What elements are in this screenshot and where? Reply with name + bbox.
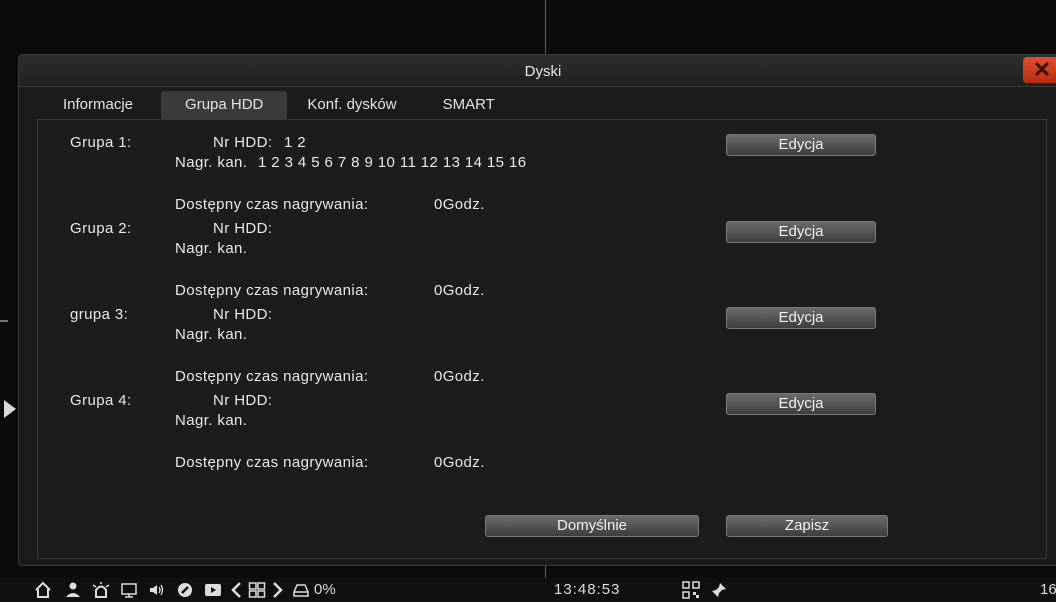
group-2-channels-label: Nagr. kan.: [175, 240, 248, 257]
alarm-icon[interactable]: [92, 581, 110, 599]
group-3-name: grupa 3:: [70, 306, 129, 323]
taskbar: 0% 13:48:53 16: [0, 578, 1056, 602]
group-4-record-time-value: 0Godz.: [434, 454, 485, 471]
group-2-record-time-value: 0Godz.: [434, 282, 485, 299]
channel-count-text: 16: [1040, 581, 1056, 598]
group-1-hdd-label: Nr HDD:: [213, 134, 273, 151]
group-4-hdd-label: Nr HDD:: [213, 392, 273, 409]
group-1-record-time-value: 0Godz.: [434, 196, 485, 213]
group-1-edit-button[interactable]: Edycja: [726, 134, 876, 156]
group-2-record-time-label: Dostępny czas nagrywania:: [175, 282, 369, 299]
pin-icon[interactable]: [710, 581, 728, 599]
group-4-edit-button[interactable]: Edycja: [726, 393, 876, 415]
tab-informacje[interactable]: Informacje: [49, 91, 147, 119]
group-4-record-time-label: Dostępny czas nagrywania:: [175, 454, 369, 471]
sidebar-expand-arrow-icon[interactable]: [4, 400, 16, 418]
playback-icon[interactable]: [204, 581, 222, 599]
layout-grid-icon[interactable]: [248, 581, 266, 599]
clock-text: 13:48:53: [554, 581, 621, 598]
close-icon[interactable]: ✕: [1023, 57, 1056, 83]
group-3-record-time-label: Dostępny czas nagrywania:: [175, 368, 369, 385]
group-1-name: Grupa 1:: [70, 134, 132, 151]
tab-konf-dyskow[interactable]: Konf. dysków: [293, 91, 410, 119]
group-3-channels-label: Nagr. kan.: [175, 326, 248, 343]
dvr-screen: Dyski ✕ Informacje Grupa HDD Konf. dyskó…: [0, 0, 1056, 602]
default-button[interactable]: Domyślnie: [485, 515, 699, 537]
disks-dialog: Dyski ✕ Informacje Grupa HDD Konf. dyskó…: [18, 54, 1056, 566]
group-3-hdd-label: Nr HDD:: [213, 306, 273, 323]
hdd-group-panel: Grupa 1: Nr HDD: 1 2 Nagr. kan. 1 2 3 4 …: [37, 119, 1047, 559]
group-3-edit-button[interactable]: Edycja: [726, 307, 876, 329]
save-button[interactable]: Zapisz: [726, 515, 888, 537]
hdd-icon[interactable]: [292, 581, 310, 599]
group-3-record-time-value: 0Godz.: [434, 368, 485, 385]
prev-icon[interactable]: [228, 581, 246, 599]
group-1-channels-value: 1 2 3 4 5 6 7 8 9 10 11 12 13 14 15 16: [258, 154, 527, 171]
ptz-icon[interactable]: [176, 581, 194, 599]
user-icon[interactable]: [64, 581, 82, 599]
group-2-hdd-label: Nr HDD:: [213, 220, 273, 237]
group-4-name: Grupa 4:: [70, 392, 132, 409]
dialog-title: Dyski: [524, 63, 562, 80]
tab-bar: Informacje Grupa HDD Konf. dysków SMART: [49, 91, 509, 119]
group-1-record-time-label: Dostępny czas nagrywania:: [175, 196, 369, 213]
group-4-channels-label: Nagr. kan.: [175, 412, 248, 429]
video-split-line: [545, 0, 546, 55]
tab-smart[interactable]: SMART: [429, 91, 509, 119]
volume-icon[interactable]: [148, 581, 166, 599]
qr-code-icon[interactable]: [682, 581, 700, 599]
group-2-name: Grupa 2:: [70, 220, 132, 237]
next-icon[interactable]: [268, 581, 286, 599]
monitor-icon[interactable]: [120, 581, 138, 599]
group-2-edit-button[interactable]: Edycja: [726, 221, 876, 243]
group-1-hdd-value: 1 2: [284, 134, 307, 151]
group-1-channels-label: Nagr. kan.: [175, 154, 248, 171]
hdd-usage-text: 0%: [314, 581, 336, 598]
tab-grupa-hdd[interactable]: Grupa HDD: [161, 91, 288, 119]
dialog-titlebar: Dyski ✕: [19, 55, 1056, 87]
home-icon[interactable]: [34, 581, 52, 599]
edge-marker: [0, 320, 8, 322]
